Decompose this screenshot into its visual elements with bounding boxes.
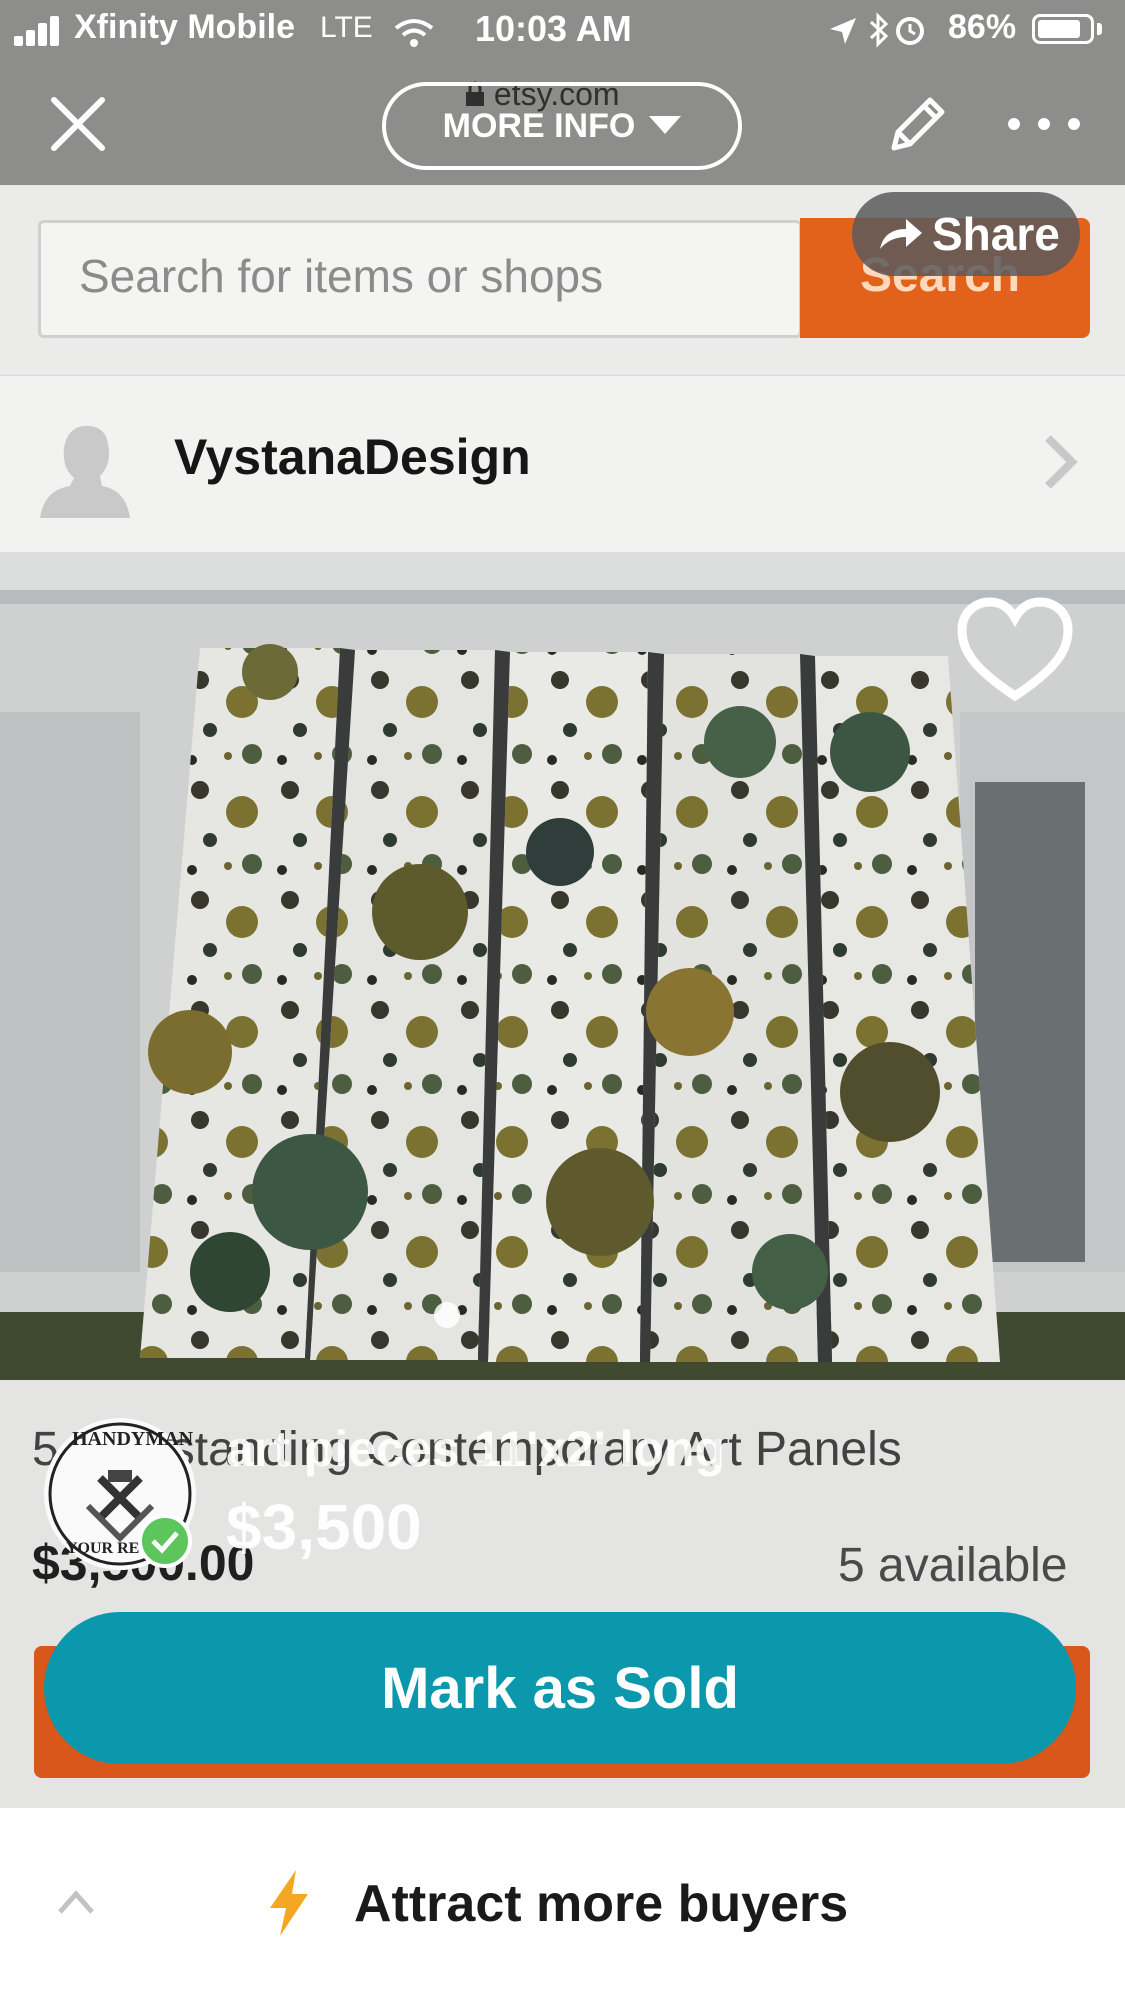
heart-icon[interactable] <box>956 596 1074 704</box>
battery-percent: 86% <box>948 8 1017 46</box>
pencil-icon[interactable] <box>886 92 950 156</box>
shop-row[interactable] <box>0 374 1125 554</box>
availability-text: 5 available <box>838 1539 1068 1592</box>
logo-text-bottom: YOUR RE <box>66 1540 140 1557</box>
avatar-icon <box>40 425 130 518</box>
item-title-overlay: art pieces 11'x2' long <box>226 1421 726 1477</box>
alarm-icon <box>896 17 924 45</box>
close-icon[interactable] <box>48 94 108 154</box>
checkmark-icon <box>151 1531 179 1554</box>
chevron-right-icon[interactable] <box>1040 432 1080 492</box>
share-arrow-icon <box>880 219 922 249</box>
verified-badge <box>138 1514 192 1568</box>
attract-buyers-label[interactable]: Attract more buyers <box>354 1874 848 1934</box>
mark-as-sold-button[interactable]: Mark as Sold <box>44 1612 1076 1764</box>
more-info-button[interactable]: MORE INFO <box>382 82 742 170</box>
signal-icon <box>14 16 60 46</box>
bolt-icon <box>270 1870 308 1936</box>
battery-tip <box>1097 23 1102 35</box>
bluetooth-icon <box>869 12 889 48</box>
share-button[interactable]: Share <box>852 192 1080 276</box>
logo-text-top: HANDYMAN <box>72 1428 194 1450</box>
chevron-down-icon <box>649 116 682 134</box>
carousel-dot <box>434 1302 460 1328</box>
search-input[interactable]: Search for items or shops <box>38 220 802 338</box>
wifi-icon <box>394 19 434 47</box>
status-bar: Xfinity Mobile LTE 10:03 AM 86% <box>0 0 1125 62</box>
carrier-name: Xfinity Mobile <box>74 8 295 46</box>
item-price-overlay: $3,500 <box>226 1491 422 1563</box>
battery-icon <box>1032 14 1094 44</box>
clock: 10:03 AM <box>475 8 632 49</box>
share-label: Share <box>932 208 1060 260</box>
chevron-up-icon[interactable] <box>56 1888 96 1916</box>
network-type: LTE <box>320 11 373 44</box>
more-icon[interactable] <box>1008 118 1080 132</box>
location-icon <box>830 18 856 44</box>
more-info-label: MORE INFO <box>442 106 636 145</box>
shop-name[interactable]: VystanaDesign <box>174 428 531 486</box>
